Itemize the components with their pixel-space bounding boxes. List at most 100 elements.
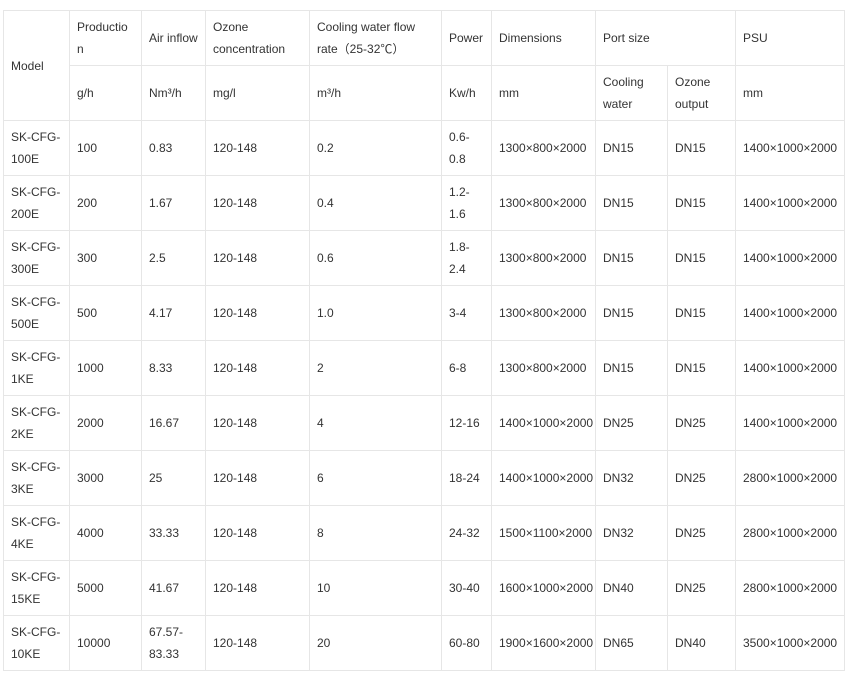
cell-dimensions: 1600×1000×2000 [491,560,596,616]
cell-power: 12-16 [441,395,492,451]
cell-psu: 1400×1000×2000 [735,340,845,396]
cell-port-cooling: DN15 [595,230,668,286]
cell-port-ozone: DN25 [667,560,736,616]
cell-ozone-concentration: 120-148 [205,395,310,451]
cell-dimensions: 1300×800×2000 [491,230,596,286]
cell-power: 1.8-2.4 [441,230,492,286]
header-production: Production [69,10,142,66]
cell-port-cooling: DN32 [595,505,668,561]
cell-dimensions: 1300×800×2000 [491,340,596,396]
table-row: SK-CFG-2KE 2000 16.67 120-148 4 12-16 14… [3,395,845,451]
cell-production: 5000 [69,560,142,616]
cell-ozone-concentration: 120-148 [205,285,310,341]
cell-cooling-water-flow: 8 [309,505,442,561]
cell-power: 60-80 [441,615,492,671]
cell-port-ozone: DN25 [667,450,736,506]
cell-port-ozone: DN15 [667,120,736,176]
cell-model: SK-CFG-100E [3,120,70,176]
cell-production: 500 [69,285,142,341]
cell-cooling-water-flow: 0.2 [309,120,442,176]
cell-cooling-water-flow: 0.6 [309,230,442,286]
cell-ozone-concentration: 120-148 [205,450,310,506]
subheader-port-cooling-water: Cooling water [595,65,668,121]
unit-ozone-concentration: mg/l [205,65,310,121]
cell-psu: 1400×1000×2000 [735,285,845,341]
cell-air-inflow: 1.67 [141,175,206,231]
cell-power: 1.2-1.6 [441,175,492,231]
cell-port-ozone: DN40 [667,615,736,671]
cell-psu: 1400×1000×2000 [735,175,845,231]
cell-production: 200 [69,175,142,231]
cell-cooling-water-flow: 6 [309,450,442,506]
cell-cooling-water-flow: 10 [309,560,442,616]
cell-power: 6-8 [441,340,492,396]
cell-model: SK-CFG-15KE [3,560,70,616]
cell-psu: 2800×1000×2000 [735,560,845,616]
header-cooling-water-flow: Cooling water flow rate（25-32℃） [309,10,442,66]
cell-dimensions: 1400×1000×2000 [491,395,596,451]
cell-air-inflow: 16.67 [141,395,206,451]
cell-production: 1000 [69,340,142,396]
unit-air-inflow: Nm³/h [141,65,206,121]
units-row: g/h Nm³/h mg/l m³/h Kw/h mm Cooling wate… [4,65,845,121]
cell-ozone-concentration: 120-148 [205,505,310,561]
cell-power: 0.6-0.8 [441,120,492,176]
unit-production: g/h [69,65,142,121]
cell-port-ozone: DN15 [667,230,736,286]
header-ozone-concentration: Ozone concentration [205,10,310,66]
table-row: SK-CFG-4KE 4000 33.33 120-148 8 24-32 15… [3,505,845,561]
cell-dimensions: 1300×800×2000 [491,285,596,341]
cell-psu: 3500×1000×2000 [735,615,845,671]
cell-port-ozone: DN15 [667,340,736,396]
cell-air-inflow: 8.33 [141,340,206,396]
cell-model: SK-CFG-2KE [3,395,70,451]
subheader-port-ozone-output: Ozone output [667,65,736,121]
cell-power: 24-32 [441,505,492,561]
cell-cooling-water-flow: 4 [309,395,442,451]
cell-ozone-concentration: 120-148 [205,230,310,286]
cell-power: 30-40 [441,560,492,616]
cell-air-inflow: 67.57-83.33 [141,615,206,671]
header-row: Model Production Air inflow Ozone concen… [3,10,845,121]
cell-port-cooling: DN32 [595,450,668,506]
header-port-size: Port size [595,10,736,66]
cell-ozone-concentration: 120-148 [205,175,310,231]
cell-air-inflow: 4.17 [141,285,206,341]
cell-psu: 1400×1000×2000 [735,230,845,286]
cell-port-ozone: DN15 [667,285,736,341]
unit-cooling-water-flow: m³/h [309,65,442,121]
cell-air-inflow: 25 [141,450,206,506]
table-row: SK-CFG-100E 100 0.83 120-148 0.2 0.6-0.8… [3,120,845,176]
cell-model: SK-CFG-3KE [3,450,70,506]
cell-air-inflow: 2.5 [141,230,206,286]
header-dimensions: Dimensions [491,10,596,66]
cell-cooling-water-flow: 2 [309,340,442,396]
cell-production: 2000 [69,395,142,451]
header-air-inflow: Air inflow [141,10,206,66]
cell-model: SK-CFG-4KE [3,505,70,561]
cell-cooling-water-flow: 0.4 [309,175,442,231]
cell-psu: 1400×1000×2000 [735,395,845,451]
specifications-table: Model Production Air inflow Ozone concen… [3,10,845,671]
cell-port-cooling: DN15 [595,285,668,341]
cell-psu: 2800×1000×2000 [735,450,845,506]
cell-psu: 2800×1000×2000 [735,505,845,561]
cell-port-cooling: DN25 [595,395,668,451]
unit-psu: mm [735,65,845,121]
table-row: SK-CFG-300E 300 2.5 120-148 0.6 1.8-2.4 … [3,230,845,286]
cell-air-inflow: 41.67 [141,560,206,616]
unit-power: Kw/h [441,65,492,121]
cell-model: SK-CFG-500E [3,285,70,341]
cell-production: 3000 [69,450,142,506]
cell-ozone-concentration: 120-148 [205,340,310,396]
cell-port-ozone: DN25 [667,395,736,451]
cell-dimensions: 1500×1100×2000 [491,505,596,561]
cell-power: 18-24 [441,450,492,506]
cell-power: 3-4 [441,285,492,341]
cell-dimensions: 1300×800×2000 [491,120,596,176]
table-row: SK-CFG-200E 200 1.67 120-148 0.4 1.2-1.6… [3,175,845,231]
header-model: Model [3,10,70,121]
cell-production: 300 [69,230,142,286]
table-row: SK-CFG-10KE 10000 67.57-83.33 120-148 20… [3,615,845,671]
cell-production: 100 [69,120,142,176]
